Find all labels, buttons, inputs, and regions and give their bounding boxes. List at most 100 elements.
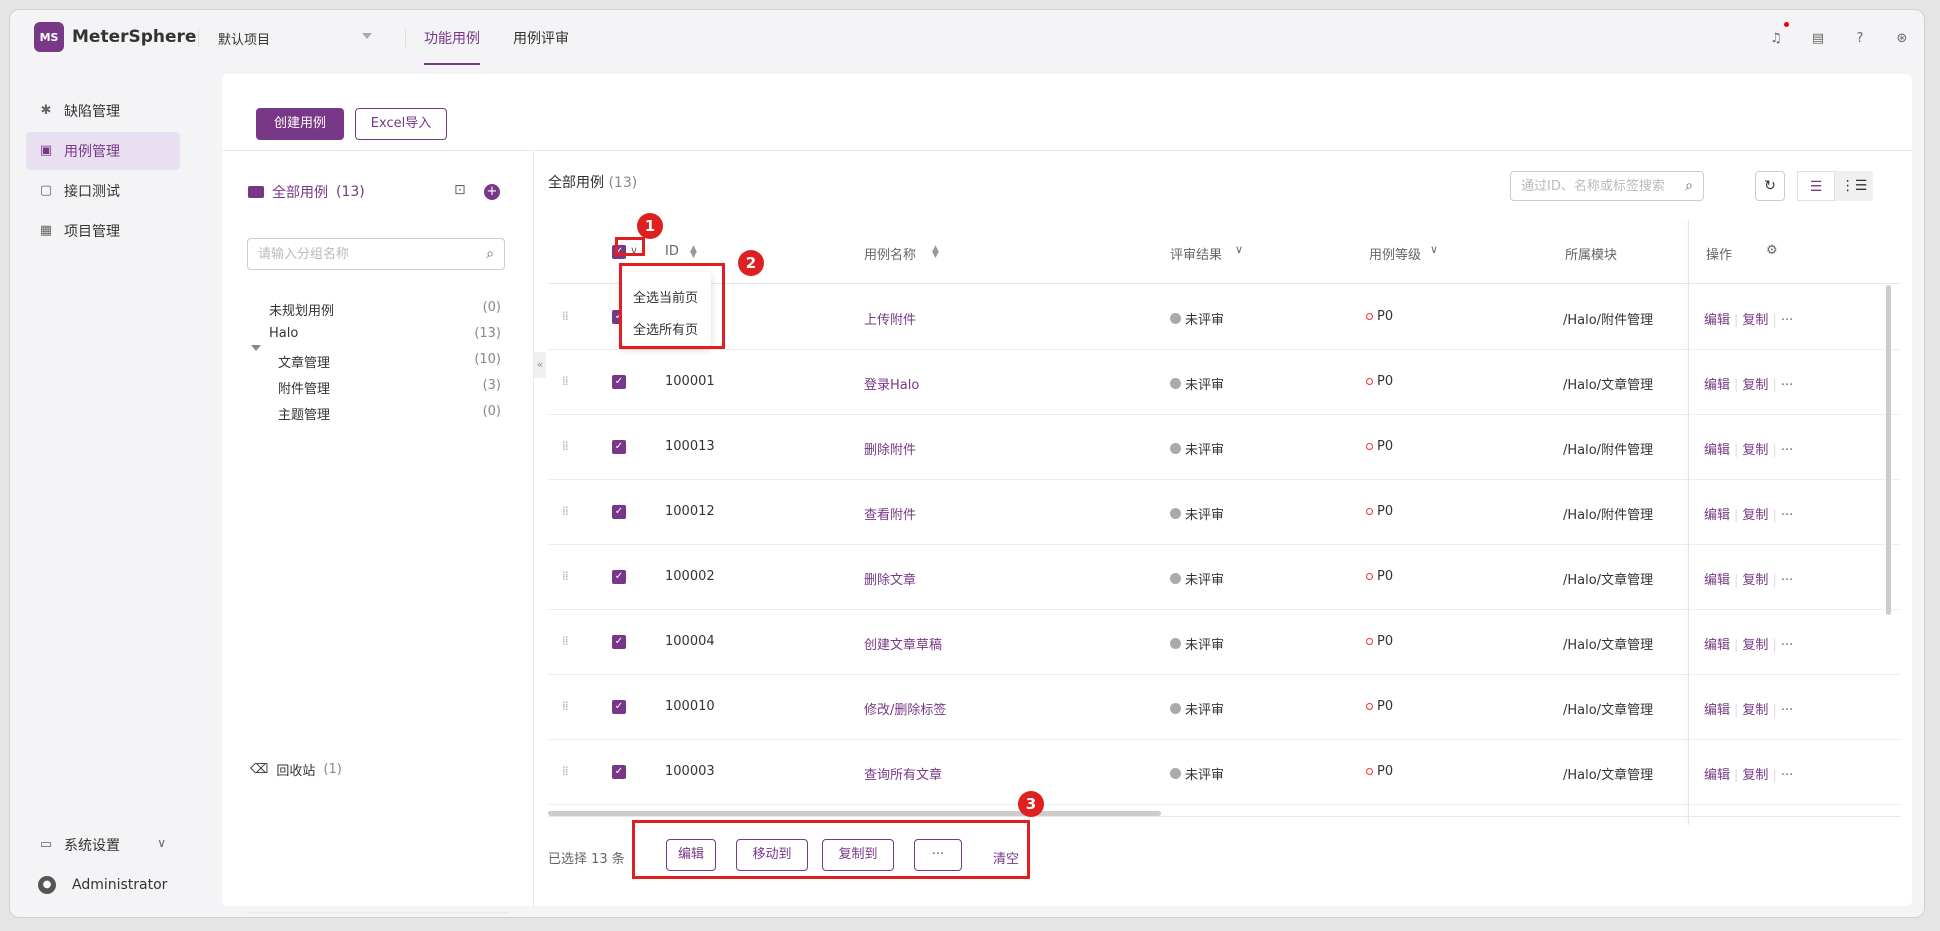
drag-handle-icon[interactable]: ⁞⁞ [562,764,569,778]
edit-link[interactable]: 编辑 [1704,378,1730,393]
copy-link[interactable]: 复制 [1742,768,1768,783]
tree-view-button[interactable]: ⋮☰ [1835,171,1873,201]
copy-link[interactable]: 复制 [1742,508,1768,523]
row-checkbox[interactable]: ✓ [612,440,626,454]
edit-link[interactable]: 编辑 [1704,313,1730,328]
copy-link[interactable]: 复制 [1742,443,1768,458]
case-search-box[interactable]: ⌕ [1510,171,1704,201]
user-settings-icon[interactable]: ⊛ [1894,31,1910,47]
case-name-link[interactable]: 创建文章草稿 [864,634,942,653]
edit-link[interactable]: 编辑 [1704,443,1730,458]
drag-handle-icon[interactable]: ⁞⁞ [562,569,569,583]
bell-icon[interactable]: ♫ [1768,31,1784,47]
drag-handle-icon[interactable]: ⁞⁞ [562,504,569,518]
tree-node-unplanned[interactable]: 未规划用例 [269,300,334,319]
sidebar-item-bug[interactable]: ✱ 缺陷管理 [26,92,180,130]
add-folder-icon[interactable]: ⊡ [454,182,466,198]
user-menu[interactable]: ● Administrator [26,866,180,904]
case-name-link[interactable]: 上传附件 [864,309,916,328]
table-row[interactable]: ⁞⁞ ✓ 100013 删除附件 未评审 P0/Halo/附件管理 编辑 | 复制 | ··· [548,415,1901,480]
more-actions-icon[interactable]: ··· [1781,703,1793,718]
column-header-level[interactable]: 用例等级 [1369,244,1421,263]
refresh-button[interactable]: ↻ [1755,171,1785,201]
add-icon[interactable]: + [484,184,500,200]
caret-down-icon[interactable] [251,345,261,351]
tree-search-box[interactable]: ⌕ [247,238,505,270]
column-header-id[interactable]: ID [665,244,679,259]
case-name-link[interactable]: 修改/删除标签 [864,699,946,718]
tree-title[interactable]: 全部用例 (13) [248,182,365,202]
copy-link[interactable]: 复制 [1742,378,1768,393]
more-actions-icon[interactable]: ··· [1781,313,1793,328]
edit-link[interactable]: 编辑 [1704,703,1730,718]
logo[interactable]: MS MeterSphere [34,22,196,52]
vertical-scrollbar[interactable] [1886,285,1891,615]
tree-node-article[interactable]: 文章管理 [278,352,330,371]
copy-link[interactable]: 复制 [1742,638,1768,653]
case-search-input[interactable] [1521,173,1671,199]
drag-handle-icon[interactable]: ⁞⁞ [562,309,569,323]
row-checkbox[interactable]: ✓ [612,765,626,779]
tree-node-theme[interactable]: 主题管理 [278,404,330,423]
more-actions-icon[interactable]: ··· [1781,573,1793,588]
more-actions-icon[interactable]: ··· [1781,508,1793,523]
table-row[interactable]: ⁞⁞ ✓ 100001 登录Halo 未评审 P0/Halo/文章管理 编辑 | 复制 | ··· [548,350,1901,415]
more-actions-icon[interactable]: ··· [1781,378,1793,393]
sidebar-item-case[interactable]: ▣ 用例管理 [26,132,180,170]
tab-case-review[interactable]: 用例评审 [513,28,569,48]
table-row[interactable]: ⁞⁞ ✓ 100004 创建文章草稿 未评审 P0/Halo/文章管理 编辑 | 复制 | ··· [548,610,1901,675]
case-name-link[interactable]: 删除文章 [864,569,916,588]
case-name-link[interactable]: 删除附件 [864,439,916,458]
filter-chevron-icon[interactable]: ∨ [1430,243,1438,256]
sidebar-item-project[interactable]: ▦ 项目管理 [26,212,180,250]
row-checkbox[interactable]: ✓ [612,570,626,584]
more-actions-icon[interactable]: ··· [1781,768,1793,783]
table-row[interactable]: ⁞⁞ ✓ 100002 删除文章 未评审 P0/Halo/文章管理 编辑 | 复制 | ··· [548,545,1901,610]
more-actions-icon[interactable]: ··· [1781,443,1793,458]
table-row[interactable]: ⁞⁞ ✓ 100010 修改/删除标签 未评审 P0/Halo/文章管理 编辑 | 复制 | ··· [548,675,1901,740]
copy-link[interactable]: 复制 [1742,573,1768,588]
case-name-link[interactable]: 查询所有文章 [864,764,942,783]
row-checkbox[interactable]: ✓ [612,700,626,714]
list-view-button[interactable]: ☰ [1797,171,1835,201]
sidebar-item-settings[interactable]: ▭ 系统设置 ∨ [26,826,180,864]
collapse-tree-icon[interactable]: « [534,352,546,378]
table-row[interactable]: ⁞⁞ ✓ 上传附件 未评审 P0/Halo/附件管理 编辑 | 复制 | ··· [548,285,1901,350]
tab-functional-case[interactable]: 功能用例 [424,28,480,65]
row-checkbox[interactable]: ✓ [612,505,626,519]
more-actions-icon[interactable]: ··· [1781,638,1793,653]
chevron-down-icon[interactable] [362,33,372,39]
edit-link[interactable]: 编辑 [1704,508,1730,523]
task-icon[interactable]: ▤ [1810,31,1826,47]
edit-link[interactable]: 编辑 [1704,768,1730,783]
recycle-bin[interactable]: ⌫ 回收站 (1) [250,760,342,779]
create-case-button[interactable]: 创建用例 [256,108,344,140]
row-checkbox[interactable]: ✓ [612,375,626,389]
tree-search-input[interactable] [258,240,468,268]
project-selector[interactable]: 默认项目 [218,29,270,48]
case-name-link[interactable]: 查看附件 [864,504,916,523]
edit-link[interactable]: 编辑 [1704,573,1730,588]
sort-icon[interactable]: ▲ ▼ [932,245,939,260]
column-header-name[interactable]: 用例名称 [864,244,916,263]
row-checkbox[interactable]: ✓ [612,635,626,649]
help-icon[interactable]: ? [1852,31,1868,47]
drag-handle-icon[interactable]: ⁞⁞ [562,374,569,388]
drag-handle-icon[interactable]: ⁞⁞ [562,634,569,648]
filter-chevron-icon[interactable]: ∨ [1235,243,1243,256]
copy-link[interactable]: 复制 [1742,703,1768,718]
drag-handle-icon[interactable]: ⁞⁞ [562,439,569,453]
excel-import-button[interactable]: Excel导入 [355,108,447,140]
sidebar-item-api[interactable]: ▢ 接口测试 [26,172,180,210]
copy-link[interactable]: 复制 [1742,313,1768,328]
tree-node-attachment[interactable]: 附件管理 [278,378,330,397]
table-row[interactable]: ⁞⁞ ✓ 100012 查看附件 未评审 P0/Halo/附件管理 编辑 | 复制 | ··· [548,480,1901,545]
case-name-link[interactable]: 登录Halo [864,374,919,393]
column-header-review[interactable]: 评审结果 [1170,244,1222,263]
gear-icon[interactable]: ⚙ [1766,243,1778,258]
search-icon[interactable]: ⌕ [486,246,494,262]
search-icon[interactable]: ⌕ [1685,178,1693,194]
table-row[interactable]: ⁞⁞ ✓ 100003 查询所有文章 未评审 P0/Halo/文章管理 编辑 | 复制 | ··· [548,740,1901,805]
sort-icon[interactable]: ▲ ▼ [690,245,697,260]
tree-node-halo[interactable]: Halo [269,326,298,341]
